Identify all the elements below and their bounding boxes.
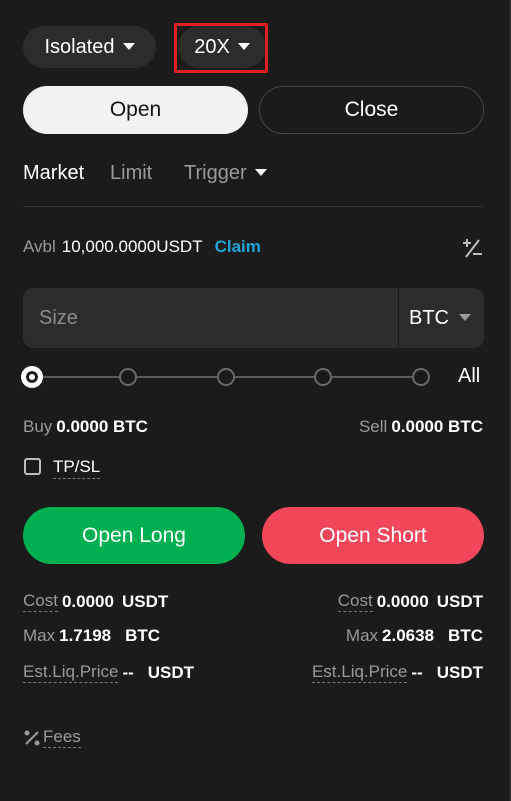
long-cost: Cost 0.0000 USDT [23,591,168,612]
short-liq-unit: USDT [436,662,483,682]
margin-mode-label: Isolated [44,35,115,58]
short-max-unit: BTC [448,626,483,645]
divider [23,206,483,207]
leverage-label: 20X [194,35,230,58]
long-max-value: 1.7198 [59,626,112,645]
available-balance: Avbl 10,000.0000USDT Claim [23,237,261,257]
chevron-down-icon [122,42,135,50]
chevron-down-icon [237,42,250,50]
open-long-button[interactable]: Open Long [23,507,245,564]
buy-value: 0.0000 BTC [56,417,148,436]
short-cost-value: 0.0000 [376,591,429,611]
tab-open[interactable]: Open [23,86,248,134]
sell-value: 0.0000 BTC [391,417,483,436]
long-max: Max 1.7198 BTC [23,626,160,646]
percent-icon [24,730,40,745]
tab-close[interactable]: Close [259,86,484,134]
chevron-down-icon [459,313,471,321]
plus-minus-icon[interactable] [460,236,484,260]
short-liq-value: -- [411,662,423,682]
long-max-unit: BTC [125,626,161,645]
size-separator [398,288,399,348]
short-cost: Cost 0.0000 USDT [337,591,483,612]
short-max-label: Max [345,626,379,645]
long-liq-label[interactable]: Est.Liq.Price [23,662,119,683]
tab-trigger-label: Trigger [184,162,247,184]
tab-limit[interactable]: Limit [110,162,152,185]
short-cost-unit: USDT [436,591,483,611]
sell-amount: Sell 0.0000 BTC [359,417,483,437]
fees-label: Fees [43,727,81,748]
short-liq-price: Est.Liq.Price -- USDT [311,662,483,683]
sell-label: Sell [358,417,388,436]
short-liq-label[interactable]: Est.Liq.Price [311,662,408,683]
size-unit-dropdown[interactable]: BTC [409,288,471,348]
chevron-down-icon [254,169,267,176]
short-max: Max 2.0638 BTC [346,626,483,646]
tpsl-checkbox[interactable] [24,458,41,475]
long-cost-value: 0.0000 [61,591,114,611]
long-cost-label[interactable]: Cost [23,591,58,612]
short-max-value: 2.0638 [382,626,435,645]
open-short-button[interactable]: Open Short [262,507,484,564]
slider-step-50[interactable] [217,368,235,386]
buy-label: Buy [23,417,53,436]
size-field: BTC [23,288,484,348]
available-label: Avbl [23,237,56,256]
tpsl-label[interactable]: TP/SL [53,457,101,479]
all-button[interactable]: All [458,365,480,388]
fees-link[interactable]: Fees [23,727,81,748]
slider-thumb[interactable] [21,366,43,388]
long-cost-unit: USDT [121,591,169,611]
claim-link[interactable]: Claim [215,237,261,257]
tab-market[interactable]: Market [23,162,84,185]
available-value: 10,000.0000USDT [61,237,203,256]
slider-step-25[interactable] [119,368,137,386]
leverage-dropdown[interactable]: 20X [178,26,266,68]
long-liq-unit: USDT [147,662,195,682]
tab-trigger[interactable]: Trigger [184,162,267,185]
buy-amount: Buy 0.0000 BTC [23,417,148,437]
slider-step-75[interactable] [314,368,332,386]
long-liq-value: -- [122,662,134,682]
slider-step-100[interactable] [412,368,430,386]
short-cost-label[interactable]: Cost [337,591,373,612]
size-unit-label: BTC [409,306,449,329]
size-input[interactable] [39,288,339,348]
long-max-label: Max [23,626,56,645]
long-liq-price: Est.Liq.Price -- USDT [23,662,194,683]
margin-mode-dropdown[interactable]: Isolated [23,26,156,68]
